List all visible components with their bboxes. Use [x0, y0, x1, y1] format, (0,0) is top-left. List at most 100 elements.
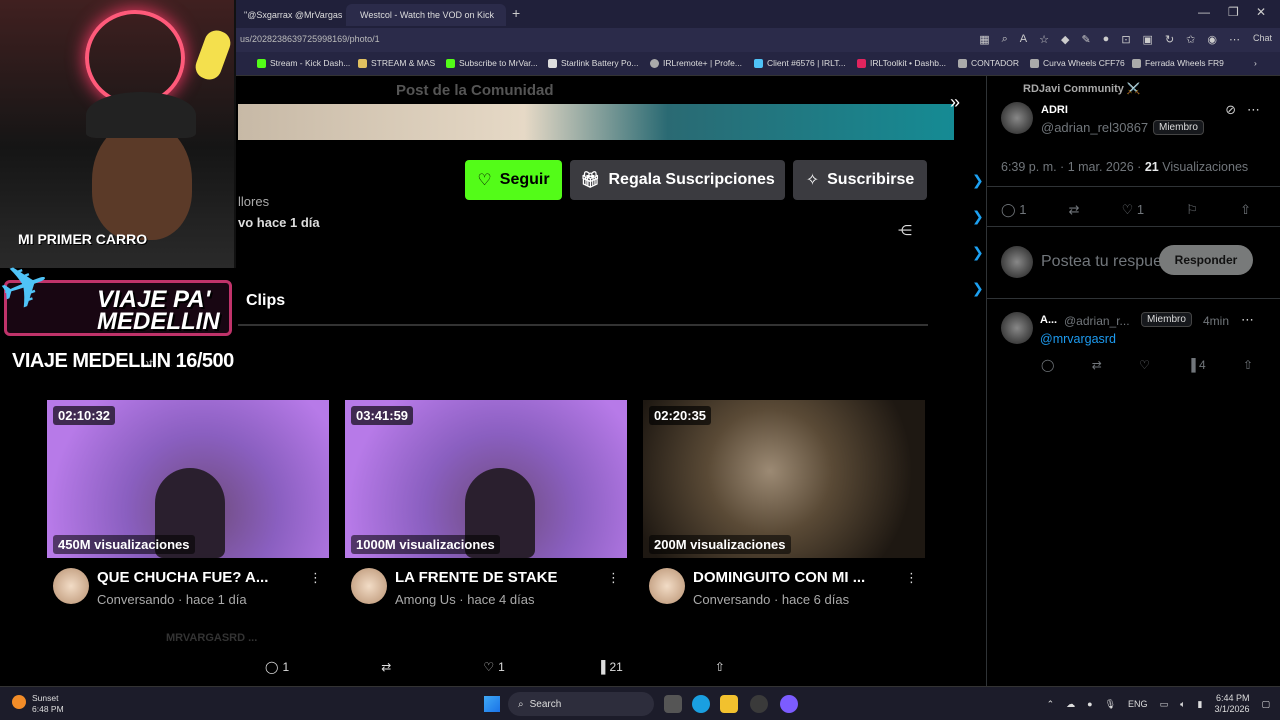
- bookmark-button[interactable]: ⚐: [1186, 202, 1198, 218]
- clip-card[interactable]: 03:41:59 1000M visualizaciones LA FRENTE…: [345, 400, 627, 622]
- bookmark-item[interactable]: Starlink Battery Po...: [548, 58, 638, 68]
- views-button[interactable]: ▐ 4: [1187, 358, 1206, 372]
- more-options-icon[interactable]: ⋮: [309, 570, 322, 586]
- clip-card[interactable]: 02:20:35 200M visualizaciones DOMINGUITO…: [643, 400, 925, 622]
- clip-title[interactable]: QUE CHUCHA FUE? A...: [97, 569, 297, 586]
- url-field[interactable]: us/2028238639725998169/photo/1: [240, 34, 380, 44]
- weather-widget[interactable]: Sunset 6:48 PM: [32, 693, 64, 715]
- extension-icon[interactable]: ▣: [1143, 33, 1153, 46]
- bookmark-item[interactable]: Ferrada Wheels FR9: [1132, 58, 1224, 68]
- profile-icon[interactable]: ◉: [1207, 33, 1217, 46]
- reply-submit-button[interactable]: Responder: [1159, 245, 1253, 275]
- more-options-icon[interactable]: ⋮: [905, 570, 918, 586]
- bookmark-item[interactable]: CONTADOR: [958, 58, 1019, 68]
- chevron-up-icon[interactable]: ⌃: [1047, 699, 1055, 710]
- like-button[interactable]: ♡ 1: [483, 656, 504, 678]
- follow-button[interactable]: ♡ Seguir: [465, 160, 562, 200]
- upload-icon[interactable]: ⇧: [1243, 358, 1253, 372]
- refresh-icon[interactable]: ↻: [1165, 33, 1174, 46]
- heart-icon[interactable]: ♡: [1139, 358, 1150, 372]
- twitter-icon[interactable]: ❯: [972, 208, 984, 224]
- read-aloud-icon[interactable]: A: [1020, 33, 1027, 46]
- battery-icon[interactable]: ▮: [1197, 699, 1202, 710]
- author-name[interactable]: ADRI: [1041, 104, 1068, 116]
- folder-icon[interactable]: [720, 695, 738, 713]
- bookmark-item[interactable]: IRLToolkit • Dashb...: [857, 58, 946, 68]
- volume-icon[interactable]: 🔈︎: [1180, 699, 1185, 710]
- repost-button[interactable]: ⇄: [381, 656, 391, 678]
- author-handle[interactable]: @adrian_rel30867: [1041, 120, 1148, 135]
- windows-start-icon[interactable]: [484, 696, 500, 712]
- more-icon[interactable]: ⋯: [1241, 312, 1254, 328]
- more-options-icon[interactable]: ⋮: [607, 570, 620, 586]
- bookmarks-more-icon[interactable]: ›: [1254, 58, 1257, 68]
- channel-avatar[interactable]: [351, 568, 387, 604]
- bookmark-item[interactable]: Subscribe to MrVar...: [446, 58, 538, 68]
- bookmark-item[interactable]: STREAM & MAS: [358, 58, 435, 68]
- reply-author-handle[interactable]: @adrian_r...: [1064, 314, 1130, 328]
- reply-button[interactable]: ◯ 1: [1001, 202, 1026, 218]
- reply-author-name[interactable]: A...: [1040, 314, 1057, 326]
- avatar[interactable]: [1001, 102, 1033, 134]
- mic-icon[interactable]: 🎙︎: [1105, 699, 1116, 710]
- clip-card[interactable]: 02:10:32 450M visualizaciones QUE CHUCHA…: [47, 400, 329, 622]
- bookmark-item[interactable]: Stream - Kick Dash...: [257, 58, 350, 68]
- bookmark-item[interactable]: Curva Wheels CFF76: [1030, 58, 1125, 68]
- reply-icon[interactable]: ◯: [1041, 358, 1054, 372]
- more-icon[interactable]: ⋯: [1247, 102, 1260, 117]
- favorite-icon[interactable]: ☆: [1039, 33, 1049, 46]
- app-tray-icon[interactable]: ●: [1087, 699, 1092, 709]
- twitter-icon[interactable]: ❯: [972, 172, 984, 188]
- extension-icon[interactable]: ◆: [1061, 33, 1069, 46]
- bookmark-item[interactable]: IRLremote+ | Profe...: [650, 58, 742, 68]
- tab-clips[interactable]: Clips: [246, 292, 285, 310]
- copilot-button[interactable]: Chat: [1253, 33, 1272, 43]
- avatar[interactable]: [1001, 312, 1033, 344]
- channel-avatar[interactable]: [649, 568, 685, 604]
- new-tab-icon[interactable]: +: [512, 5, 520, 21]
- task-view-icon[interactable]: [664, 695, 682, 713]
- reply-button[interactable]: ◯ 1: [265, 656, 289, 678]
- clip-title[interactable]: LA FRENTE DE STAKE: [395, 569, 595, 586]
- reply-text[interactable]: @mrvargasrd: [1040, 332, 1116, 346]
- clip-thumbnail[interactable]: 02:20:35 200M visualizaciones: [643, 400, 925, 558]
- clip-thumbnail[interactable]: 03:41:59 1000M visualizaciones: [345, 400, 627, 558]
- clip-title[interactable]: DOMINGUITO CON MI ...: [693, 569, 893, 586]
- extension-icon[interactable]: ⊡: [1121, 33, 1130, 46]
- extension-icon[interactable]: ✎: [1081, 33, 1090, 46]
- obs-icon[interactable]: [750, 695, 768, 713]
- grok-icon[interactable]: ⊘: [1225, 102, 1236, 117]
- more-icon[interactable]: ⋯: [1229, 33, 1240, 46]
- network-icon[interactable]: ▭: [1160, 699, 1169, 710]
- twitter-icon[interactable]: ❯: [972, 244, 984, 260]
- grid-icon[interactable]: ▦: [979, 33, 989, 46]
- repost-icon[interactable]: ⇄: [1092, 358, 1102, 372]
- onedrive-icon[interactable]: ☁: [1066, 699, 1075, 710]
- share-button[interactable]: ⇧: [1240, 202, 1251, 218]
- zoom-icon[interactable]: ⌕: [1002, 33, 1008, 46]
- bookmark-item[interactable]: Client #6576 | IRLT...: [754, 58, 846, 68]
- like-button[interactable]: ♡ 1: [1122, 202, 1145, 218]
- subscribe-button[interactable]: ✧ Suscribirse: [793, 160, 927, 200]
- repost-button[interactable]: ⇄: [1069, 202, 1080, 218]
- taskbar-search[interactable]: ⌕ Search: [508, 692, 654, 716]
- browser-tab-twitter[interactable]: "@Sxgarrax @MrVargas ✕: [236, 4, 342, 26]
- share-icon[interactable]: ⋲: [898, 222, 912, 239]
- twitter-icon[interactable]: ❯: [972, 280, 984, 296]
- collections-icon[interactable]: ✩: [1186, 33, 1195, 46]
- maximize-icon[interactable]: ❐: [1228, 5, 1239, 19]
- app-icon[interactable]: [780, 695, 798, 713]
- extension-icon[interactable]: ●: [1103, 33, 1110, 46]
- community-label[interactable]: RDJavi Community ⚔️: [1023, 82, 1141, 95]
- gift-subs-button[interactable]: 🎁︎ Regala Suscripciones: [570, 160, 785, 200]
- notification-icon[interactable]: ▢: [1261, 699, 1270, 710]
- language-indicator[interactable]: ENG: [1128, 699, 1148, 709]
- views-button[interactable]: ▐ 21: [597, 656, 623, 678]
- browser-tab-westcol[interactable]: Westcol - Watch the VOD on Kick ✕: [346, 4, 506, 26]
- channel-avatar[interactable]: [53, 568, 89, 604]
- clock[interactable]: 6:44 PM 3/1/2026: [1214, 693, 1249, 715]
- chevron-right-icon[interactable]: »: [950, 92, 960, 113]
- clip-thumbnail[interactable]: 02:10:32 450M visualizaciones: [47, 400, 329, 558]
- share-button[interactable]: ⇧: [715, 656, 725, 678]
- edge-icon[interactable]: [692, 695, 710, 713]
